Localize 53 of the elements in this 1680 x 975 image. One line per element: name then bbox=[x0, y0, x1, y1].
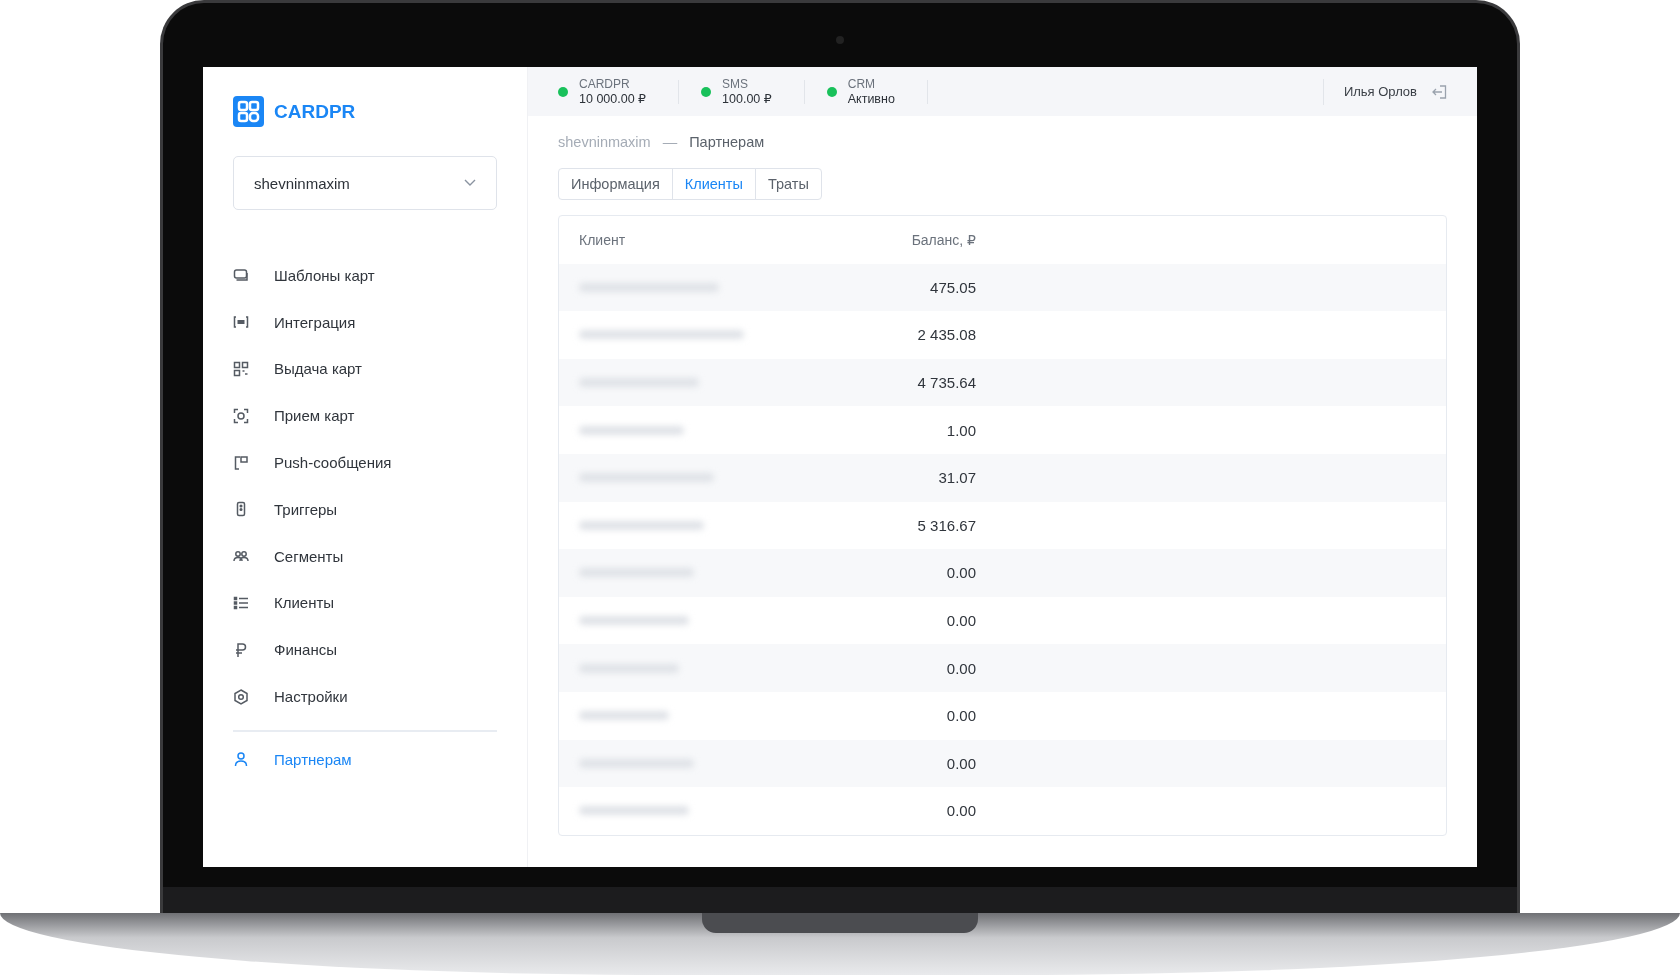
nav-item[interactable]: Push-сообщения bbox=[233, 439, 497, 486]
table-cell-text: 475.05 bbox=[929, 278, 976, 296]
api-icon bbox=[233, 314, 249, 331]
service-value: Активно bbox=[847, 91, 895, 107]
column-header: Баланс, ₽ bbox=[910, 231, 976, 248]
nav-item[interactable]: Триггеры bbox=[233, 486, 497, 533]
settings-icon bbox=[233, 688, 249, 705]
nav-item[interactable]: Выдача карт bbox=[233, 345, 497, 393]
nav-item[interactable]: Партнерам bbox=[233, 735, 497, 783]
tab[interactable]: Траты bbox=[754, 168, 822, 200]
user-icon bbox=[233, 751, 249, 768]
scan-icon bbox=[233, 407, 249, 424]
table-cell-text: 1.00 bbox=[945, 421, 976, 439]
card-icon bbox=[233, 267, 249, 284]
breadcrumb-current: Партнерам bbox=[689, 134, 765, 150]
table-cell-text: 0.00 bbox=[945, 659, 976, 677]
service-name: SMS bbox=[722, 76, 750, 92]
table-cell-text: 0.00 bbox=[945, 564, 976, 582]
table-cell-text: 2 435.08 bbox=[916, 326, 976, 344]
table-cell-text: 0.00 bbox=[945, 754, 976, 772]
column-header: Клиент bbox=[578, 231, 627, 248]
table-cell-text: 31.07 bbox=[937, 469, 976, 487]
tab[interactable]: Информация bbox=[558, 168, 673, 200]
qr-icon bbox=[233, 361, 249, 377]
logout-icon[interactable] bbox=[1432, 84, 1447, 99]
nav-item[interactable]: Клиенты bbox=[233, 579, 497, 627]
account-select[interactable]: shevninmaxim bbox=[233, 156, 497, 210]
status-dot bbox=[701, 86, 712, 97]
nav-item[interactable]: Прием карт bbox=[233, 392, 497, 440]
nav-item[interactable]: Интеграция bbox=[233, 298, 497, 346]
nav-item[interactable]: Финансы bbox=[233, 626, 497, 674]
nav-item[interactable]: Сегменты bbox=[233, 532, 497, 580]
service-name: CRM bbox=[847, 76, 877, 92]
status-dot bbox=[558, 86, 568, 97]
service-value: 10 000.00 ₽ bbox=[579, 91, 647, 107]
table-cell-text: 0.00 bbox=[945, 612, 976, 630]
table-cell-text: 5 316.67 bbox=[916, 516, 976, 534]
table-cell-text: 0.00 bbox=[945, 802, 976, 820]
user-name: Илья Орлов bbox=[1343, 84, 1417, 99]
tab[interactable]: Клиенты bbox=[671, 168, 756, 200]
nav-item[interactable]: Настройки bbox=[233, 673, 497, 720]
service-name: CARDPR bbox=[579, 76, 631, 92]
nav-item[interactable]: Шаблоны карт bbox=[233, 252, 497, 299]
logo-icon bbox=[233, 96, 264, 127]
table-cell-text: 4 735.64 bbox=[916, 374, 976, 392]
logo-text: CARDPR bbox=[274, 100, 356, 123]
chevron-down-icon bbox=[464, 179, 476, 187]
service-value: 100.00 ₽ bbox=[722, 91, 772, 107]
breadcrumb-separator: — bbox=[662, 134, 678, 150]
status-dot bbox=[826, 86, 837, 97]
table-cell-text: 0.00 bbox=[945, 707, 976, 725]
ruble-icon bbox=[233, 641, 249, 658]
list-icon bbox=[233, 594, 249, 611]
